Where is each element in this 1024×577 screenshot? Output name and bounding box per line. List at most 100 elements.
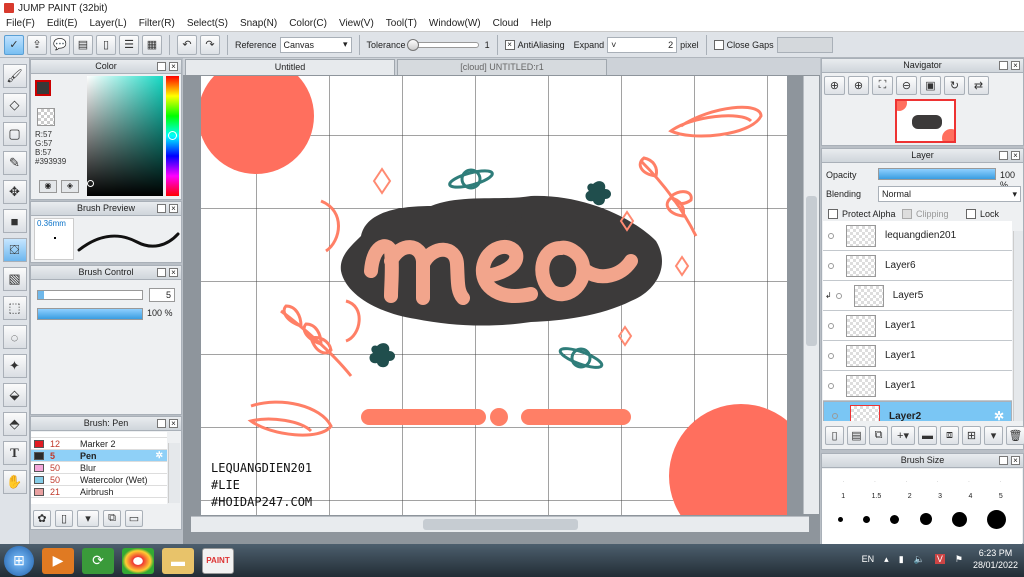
brush-size-dot[interactable] <box>863 515 871 523</box>
layer-row[interactable]: Layer6 <box>823 251 1012 281</box>
zoom-reset-button[interactable]: ⊕ <box>824 76 845 95</box>
zoom-out-button[interactable]: ⊖ <box>896 76 917 95</box>
canvas-vertical-scrollbar[interactable] <box>803 76 819 514</box>
brush-size-slider[interactable] <box>37 290 143 300</box>
menu-layer[interactable]: Layer(L) <box>83 18 132 29</box>
hue-slider[interactable] <box>166 76 179 196</box>
menu-tool[interactable]: Tool(T) <box>380 18 423 29</box>
layer-settings-button[interactable]: ⊞ <box>962 426 981 445</box>
document-button[interactable]: ▯ <box>96 34 116 55</box>
layer-folder-button[interactable]: ▬ <box>918 426 937 445</box>
actual-size-button[interactable]: ▣ <box>920 76 941 95</box>
network-icon[interactable]: ▮ <box>899 554 904 565</box>
brush-size-dot[interactable] <box>838 516 844 522</box>
panel-close-icon[interactable]: × <box>169 419 178 428</box>
rectangle-tool[interactable]: ▢ <box>2 122 27 146</box>
tab-cloud-untitled[interactable]: [cloud] UNTITLED:r1 <box>397 59 607 75</box>
layer-row[interactable]: ↲ Layer5 <box>823 281 1012 311</box>
panel-close-icon[interactable]: × <box>1011 151 1020 160</box>
brush-folder-button[interactable]: ▭ <box>125 510 143 527</box>
brush-item-marker2[interactable]: 12 Marker 2 <box>31 438 167 450</box>
list-button[interactable]: ☰ <box>119 34 139 55</box>
brush-size-dot[interactable] <box>986 509 1006 529</box>
app-taskbar[interactable]: ⟳ <box>82 547 114 574</box>
media-player-taskbar[interactable]: ▶ <box>42 547 74 574</box>
flip-button[interactable]: ⇄ <box>968 76 989 95</box>
visibility-icon[interactable] <box>835 292 842 299</box>
merge-layer-button[interactable]: ⧈ <box>940 426 959 445</box>
panel-float-icon[interactable] <box>999 61 1008 70</box>
layer-list-scrollbar[interactable] <box>1013 231 1023 421</box>
export-button[interactable]: ⇪ <box>27 34 47 55</box>
layer-row[interactable]: Layer1 <box>823 311 1012 341</box>
transparent-color-swatch[interactable] <box>37 108 55 126</box>
menu-cloud[interactable]: Cloud <box>487 18 525 29</box>
brush-list-scrollbar[interactable] <box>168 443 180 503</box>
brush-size-input[interactable]: 5 <box>149 288 175 302</box>
antialiasing-checkbox[interactable]: × <box>504 39 515 50</box>
pen-tool[interactable]: ✎ <box>2 151 27 175</box>
visibility-icon[interactable] <box>828 352 834 359</box>
visibility-icon[interactable] <box>828 382 834 389</box>
fit-button[interactable]: ⛶ <box>872 76 893 95</box>
redo-button[interactable]: ↷ <box>200 34 220 55</box>
menu-snap[interactable]: Snap(N) <box>234 18 283 29</box>
visibility-icon[interactable] <box>828 322 834 329</box>
panel-float-icon[interactable] <box>999 151 1008 160</box>
clipping-option[interactable]: Clipping <box>902 209 949 219</box>
layer-row[interactable]: Layer1 <box>823 341 1012 371</box>
panel-close-icon[interactable]: × <box>169 204 178 213</box>
brush-item-pen[interactable]: 5 Pen ✲ <box>31 450 167 462</box>
menu-window[interactable]: Window(W) <box>423 18 487 29</box>
move-tool[interactable]: ✥ <box>2 180 27 204</box>
blending-select[interactable]: Normal ▾ <box>878 186 1021 202</box>
select-eraser-tool[interactable]: ⬘ <box>2 412 27 436</box>
layer-menu-button[interactable]: ▾ <box>984 426 1003 445</box>
jump-paint-taskbar[interactable]: PAINT <box>202 547 234 574</box>
zoom-in-button[interactable]: ⊕ <box>848 76 869 95</box>
copy-brush-button[interactable]: ⧉ <box>103 510 121 527</box>
clock[interactable]: 6:23 PM 28/01/2022 <box>973 547 1018 571</box>
menu-file[interactable]: File(F) <box>0 18 41 29</box>
slider-knob[interactable] <box>406 38 419 51</box>
volume-icon[interactable]: 🔈 <box>914 554 925 565</box>
brush-size-dot[interactable] <box>890 514 900 524</box>
hue-slider-knob[interactable] <box>168 131 177 140</box>
gradient-tool[interactable]: ▧ <box>2 267 27 291</box>
brush-item-airbrush[interactable]: 21 Airbrush <box>31 486 167 498</box>
scroll-thumb[interactable] <box>806 196 817 346</box>
select-rect-tool[interactable]: ⬚ <box>2 296 27 320</box>
new-brush-button[interactable]: ▯ <box>55 510 73 527</box>
action-center-icon[interactable]: ⚑ <box>955 554 963 565</box>
protect-alpha-option[interactable]: Protect Alpha <box>828 209 896 219</box>
lock-checkbox[interactable] <box>966 209 976 219</box>
panel-float-icon[interactable] <box>999 456 1008 465</box>
select-pen-tool[interactable]: ⬙ <box>2 383 27 407</box>
tray-app-icon[interactable]: V <box>934 554 945 564</box>
rotate-button[interactable]: ↻ <box>944 76 965 95</box>
reference-select[interactable]: Canvas ▾ <box>279 36 352 53</box>
close-gaps-checkbox[interactable] <box>713 39 724 50</box>
clipping-checkbox[interactable] <box>902 209 912 219</box>
tab-untitled[interactable]: Untitled <box>185 59 395 75</box>
text-tool[interactable]: T <box>2 441 27 465</box>
delete-layer-button[interactable]: 🗑 <box>1006 426 1024 445</box>
layer-row[interactable]: Layer1 <box>823 371 1012 401</box>
protect-alpha-checkbox[interactable] <box>828 209 838 219</box>
visibility-icon[interactable] <box>828 262 834 269</box>
palette-button[interactable]: ◉ <box>39 180 57 193</box>
eyedropper-button[interactable]: ◈ <box>61 180 79 193</box>
hand-tool[interactable]: ✋ <box>2 470 27 494</box>
menu-color[interactable]: Color(C) <box>283 18 333 29</box>
add-layer-menu-button[interactable]: +▾ <box>891 426 915 445</box>
note-button[interactable]: ▤ <box>73 34 93 55</box>
magic-wand-tool[interactable]: ✦ <box>2 354 27 378</box>
saturation-value-picker[interactable] <box>87 76 163 196</box>
brush-settings-button[interactable]: ✿ <box>33 510 51 527</box>
panel-close-icon[interactable]: × <box>1011 456 1020 465</box>
layer-opacity-slider[interactable] <box>878 168 996 180</box>
duplicate-layer-button[interactable]: ⧉ <box>869 426 888 445</box>
brush-tool[interactable]: 🖌 <box>2 64 27 88</box>
lasso-tool[interactable]: ◌ <box>2 325 27 349</box>
layer-row-selected[interactable]: Layer2 ✲ <box>823 401 1012 421</box>
